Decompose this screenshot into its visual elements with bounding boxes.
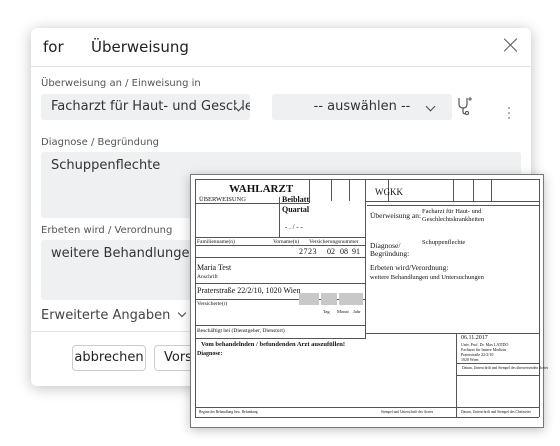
form-ueberweisung: ÜBERWEISUNG (199, 196, 246, 203)
form-quartal: Quartal (282, 205, 310, 214)
form-ueberweisung-an-value2: Geschlechtskrankheiten (422, 216, 485, 223)
form-anschrift: Anschrift (197, 274, 218, 280)
form-dob-y: 91 (352, 247, 360, 256)
form-beginn: Beginn der Behandlung bzw. Befundung (199, 410, 258, 414)
chevron-down-icon (425, 101, 436, 112)
form-beschaeftigt: Beschäftigt bei (Dienstgeber, Dienstort) (197, 328, 285, 334)
form-ueberweisung-an-label: Überweisung an: (370, 211, 422, 220)
form-dob-m: 08 (340, 247, 348, 256)
form-address: Praterstraße 22/2/10, 1020 Wien (197, 286, 301, 295)
for-label: for (43, 38, 64, 56)
form-quartal-value: - . / - - (285, 223, 303, 231)
form-wgkk: WGKK (375, 187, 403, 197)
specialist-select[interactable]: Facharzt für Haut- und Geschlecht (41, 94, 250, 120)
form-versicherte: Versicherte(r) (197, 301, 228, 307)
form-vom-behandelnden: Vom behandelnden / befundenden Arzt ausz… (201, 341, 346, 348)
cancel-button[interactable]: abbrechen (72, 345, 146, 371)
form-familienname: Familienname(n) (197, 239, 235, 245)
form-vnr: 2723 (299, 247, 317, 256)
form-monat: Monat (337, 309, 349, 314)
dialog-title: Überweisung (91, 38, 189, 56)
form-erbeten-value: weitere Behandlungen und Untersuchungen (370, 274, 484, 281)
advanced-label: Erweiterte Angaben (41, 308, 171, 323)
form-title: WAHLARZT (229, 183, 294, 195)
form-diagnose-begr-value: Schuppenflechte (422, 239, 466, 246)
form-tag: Tag (323, 309, 330, 314)
diagnosis-label: Diagnose / Begründung (41, 137, 160, 148)
dialog-header: for Überweisung (31, 28, 531, 67)
form-datum-unterschrift: Datum, Unterschrift und Stempel des über… (462, 366, 549, 370)
close-icon[interactable] (501, 35, 521, 55)
referral-label: Überweisung an / Einweisung in (41, 78, 201, 89)
form-patient-name: Maria Test (197, 263, 232, 272)
stethoscope-icon[interactable] (456, 96, 472, 116)
more-options-icon[interactable] (508, 107, 511, 122)
form-versicherung: Versicherungsnummer (309, 239, 359, 245)
form-stempel: Stempel und Unterschrift des Arztes (381, 410, 434, 414)
secondary-select-value: -- auswählen -- (313, 99, 411, 114)
form-doc-line4: 1020 Wien (461, 357, 479, 362)
form-beiblatt: Beiblatt (282, 195, 310, 204)
chevron-down-icon (178, 308, 187, 318)
form-jahr: Jahr (353, 309, 361, 314)
referral-form-preview: WAHLARZT ÜBERWEISUNG Beiblatt Quartal - … (190, 174, 548, 428)
form-date: 06.11.2017 (461, 335, 488, 341)
form-diagnose-begr-label2: Begründung: (370, 249, 410, 258)
advanced-toggle[interactable]: Erweiterte Angaben (41, 308, 187, 323)
secondary-select[interactable]: -- auswählen -- (272, 94, 452, 120)
specialist-value: Facharzt für Haut- und Geschlecht (51, 99, 250, 114)
form-ueberweisung-an-value1: Facharzt für Haut- und (422, 208, 482, 215)
form-diagnose-label: Diagnose: (197, 351, 223, 357)
form-erbeten-label: Erbeten wird/Verordnung: (370, 263, 449, 272)
form-vorname: Vorname(n) (273, 239, 300, 245)
further-label: Erbeten wird / Verordnung (41, 225, 173, 236)
form-dob-d: 02 (327, 247, 335, 256)
form-unterschrift-patient: Datum, Unterschrift und Stempel des Chef… (461, 410, 531, 414)
